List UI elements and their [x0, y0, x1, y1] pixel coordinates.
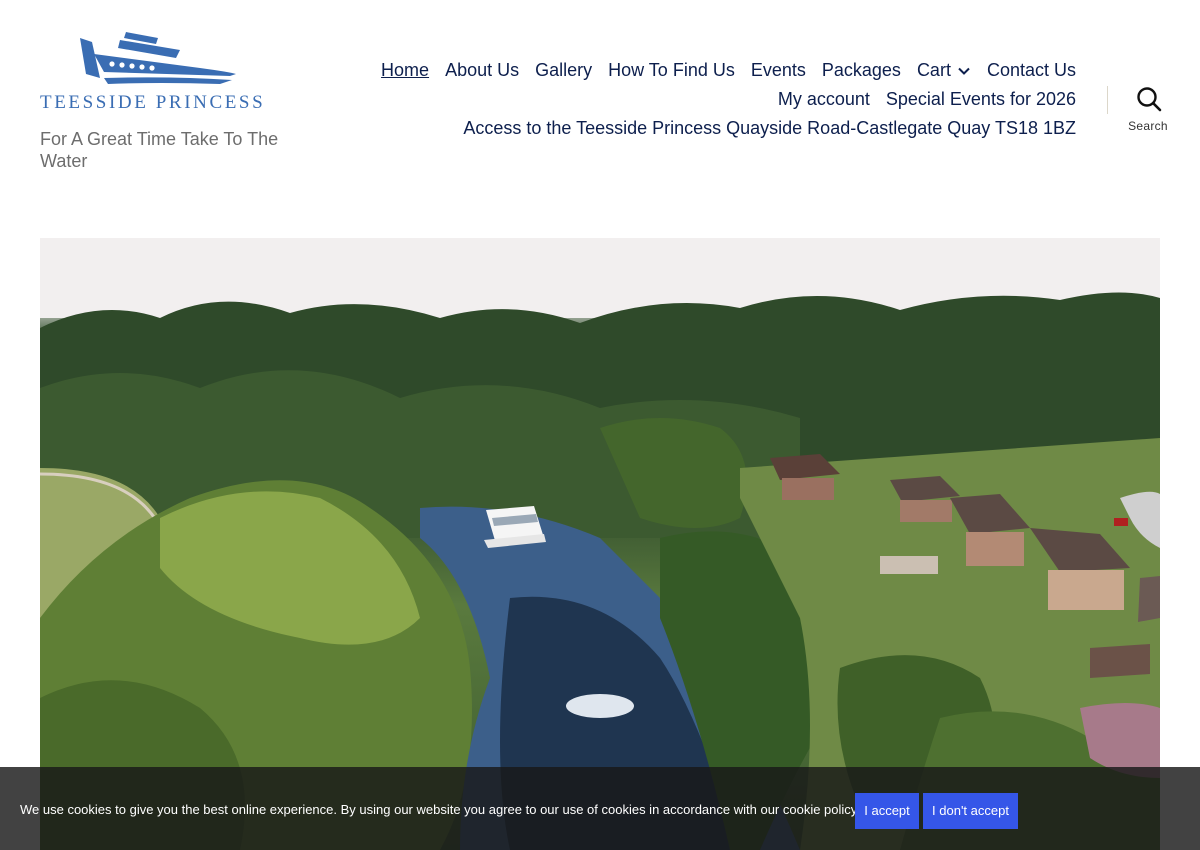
nav-item-packages[interactable]: Packages [822, 60, 901, 81]
logo-wordmark: TEESSIDE PRINCESS [40, 92, 266, 113]
nav-item-how-to-find-us[interactable]: How To Find Us [608, 60, 735, 81]
nav-item-cart[interactable]: Cart [917, 60, 951, 81]
site-header: TEESSIDE PRINCESS For A Great Time Take … [0, 0, 1200, 200]
nav-item-access-info[interactable]: Access to the Teesside Princess Quayside… [463, 118, 1076, 139]
site-tagline: For A Great Time Take To The Water [40, 129, 279, 171]
cookie-decline-button[interactable]: I don't accept [923, 793, 1018, 829]
site-logo[interactable]: TEESSIDE PRINCESS [40, 28, 272, 114]
hero-image [40, 238, 1160, 850]
nav-item-gallery[interactable]: Gallery [535, 60, 592, 81]
cookie-banner: We use cookies to give you the best onli… [0, 767, 1200, 850]
nav-item-home[interactable]: Home [381, 60, 429, 81]
cookie-accept-button[interactable]: I accept [855, 793, 919, 829]
search-icon [1137, 87, 1162, 112]
ship-logo-icon [80, 32, 236, 84]
hero-aerial-photo [40, 238, 1160, 850]
nav-row-1: Home About Us Gallery How To Find Us Eve… [381, 56, 1076, 85]
search-toggle-button[interactable]: Search [1122, 86, 1174, 138]
chevron-down-icon[interactable] [957, 64, 971, 78]
nav-item-my-account[interactable]: My account [778, 89, 870, 110]
nav-item-about-us[interactable]: About Us [445, 60, 519, 81]
nav-row-2: My account Special Events for 2026 [778, 85, 1076, 114]
nav-item-cart-wrapper[interactable]: Cart [917, 60, 971, 81]
search-label: Search [1128, 119, 1168, 133]
nav-item-special-events[interactable]: Special Events for 2026 [886, 89, 1076, 110]
primary-nav: Home About Us Gallery How To Find Us Eve… [356, 56, 1076, 143]
nav-item-contact-us[interactable]: Contact Us [987, 60, 1076, 81]
nav-item-events[interactable]: Events [751, 60, 806, 81]
search-divider [1107, 86, 1108, 114]
nav-row-3: Access to the Teesside Princess Quayside… [463, 114, 1076, 143]
cookie-notice-text: We use cookies to give you the best onli… [20, 802, 860, 817]
